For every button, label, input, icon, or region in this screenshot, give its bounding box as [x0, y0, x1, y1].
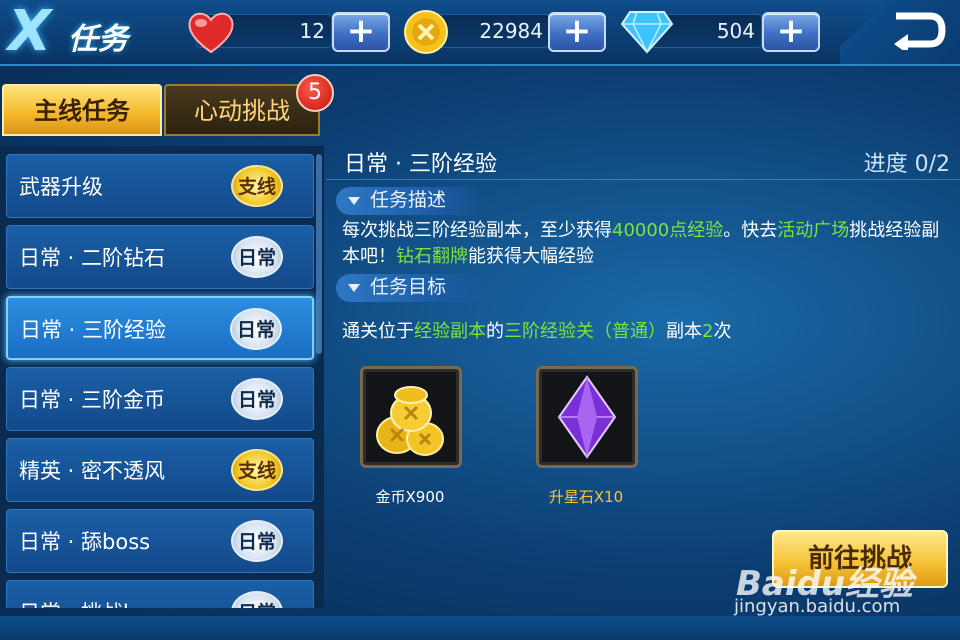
goal-text: 通关位于: [342, 321, 414, 342]
diamond-icon: [620, 11, 674, 54]
task-item-daily-challenge[interactable]: 日常 · 挑战b 日常: [6, 580, 314, 608]
heart-icon: [188, 12, 234, 54]
gold-coins-icon: [376, 386, 444, 456]
daily-badge: 日常: [231, 520, 283, 562]
reward-label-gold: 金币X900: [375, 488, 445, 506]
reward-slot-star-stone[interactable]: [536, 366, 638, 468]
goal-highlight: 2: [702, 321, 714, 342]
goal-text: 的: [486, 321, 504, 342]
goal-highlight: 经验副本: [414, 321, 486, 342]
gems-value: 504: [716, 19, 755, 43]
star-stone-icon: [557, 375, 617, 459]
section-label: 任务目标: [370, 276, 447, 298]
desc-text: 。快去: [723, 220, 778, 241]
task-label: 武器升级: [19, 175, 103, 199]
logo-x-mark: X: [8, 0, 52, 64]
page-title: 任务: [68, 22, 128, 57]
chevron-down-icon: [348, 197, 360, 205]
task-item-daily-gold[interactable]: 日常 · 三阶金币 日常: [6, 367, 314, 431]
bottom-bar: [0, 616, 960, 640]
notification-badge: 5: [296, 74, 334, 112]
desc-highlight: 40000点经验: [612, 220, 724, 241]
goal-text: 次: [713, 321, 732, 342]
reward-slot-gold[interactable]: [360, 366, 462, 468]
add-coins-button[interactable]: +: [548, 12, 606, 52]
coins-value: 22984: [479, 19, 543, 43]
side-quest-badge: 支线: [231, 165, 283, 207]
task-item-daily-diamond[interactable]: 日常 · 二阶钻石 日常: [6, 225, 314, 289]
section-description-header: 任务描述: [336, 187, 484, 215]
goal-highlight: 三阶经验关（普通）: [504, 321, 666, 342]
section-label: 任务描述: [370, 189, 447, 211]
desc-highlight: 钻石翻牌: [396, 246, 468, 267]
section-goal-header: 任务目标: [336, 274, 484, 302]
game-logo: X 任务: [6, 2, 146, 66]
daily-badge: 日常: [231, 591, 283, 608]
progress-text: 进度 0/2: [863, 152, 950, 177]
task-label: 日常 · 挑战b: [19, 597, 136, 608]
side-quest-badge: 支线: [231, 449, 283, 491]
task-label: 日常 · 三阶经验: [20, 318, 167, 342]
task-item-daily-boss[interactable]: 日常 · 舔boss 日常: [6, 509, 314, 573]
back-button[interactable]: [840, 0, 960, 64]
gold-coin-icon: [404, 10, 448, 54]
tab-main-quests[interactable]: 主线任务: [2, 84, 162, 136]
desc-text: 每次挑战三阶经验副本，至少获得: [342, 220, 612, 241]
task-list[interactable]: 武器升级 支线 日常 · 二阶钻石 日常 日常 · 三阶经验 日常 日常 · 三…: [0, 146, 324, 608]
goal-text: 副本: [666, 321, 702, 342]
daily-badge: 日常: [230, 308, 282, 350]
daily-badge: 日常: [231, 236, 283, 278]
task-description: 每次挑战三阶经验副本，至少获得40000点经验。快去活动广场挑战经验副本吧！钻石…: [342, 218, 942, 270]
desc-text: 能获得大幅经验: [468, 246, 594, 267]
task-item-elite-airtight[interactable]: 精英 · 密不透风 支线: [6, 438, 314, 502]
add-gems-button[interactable]: +: [762, 12, 820, 52]
task-label: 精英 · 密不透风: [19, 459, 166, 483]
hearts-value: 12: [299, 19, 325, 43]
task-item-weapon-upgrade[interactable]: 武器升级 支线: [6, 154, 314, 218]
chevron-down-icon: [348, 284, 360, 292]
task-item-daily-exp[interactable]: 日常 · 三阶经验 日常: [6, 296, 314, 360]
return-arrow-icon: [894, 12, 946, 50]
desc-highlight: 活动广场: [777, 220, 850, 241]
task-label: 日常 · 三阶金币: [19, 388, 166, 412]
watermark-url: jingyan.baidu.com: [734, 596, 901, 617]
task-label: 日常 · 二阶钻石: [19, 246, 166, 270]
task-label: 日常 · 舔boss: [19, 530, 151, 554]
detail-title: 日常 · 三阶经验: [344, 152, 497, 177]
list-scrollbar[interactable]: [316, 154, 322, 354]
reward-label-star-stone: 升星石X10: [548, 488, 624, 506]
add-hearts-button[interactable]: +: [332, 12, 390, 52]
detail-header: 日常 · 三阶经验 进度 0/2: [326, 140, 960, 180]
daily-badge: 日常: [231, 378, 283, 420]
top-bar: X 任务 12 + 22984 + 504 +: [0, 0, 960, 66]
task-goal: 通关位于经验副本的三阶经验关（普通）副本2次: [342, 317, 731, 343]
